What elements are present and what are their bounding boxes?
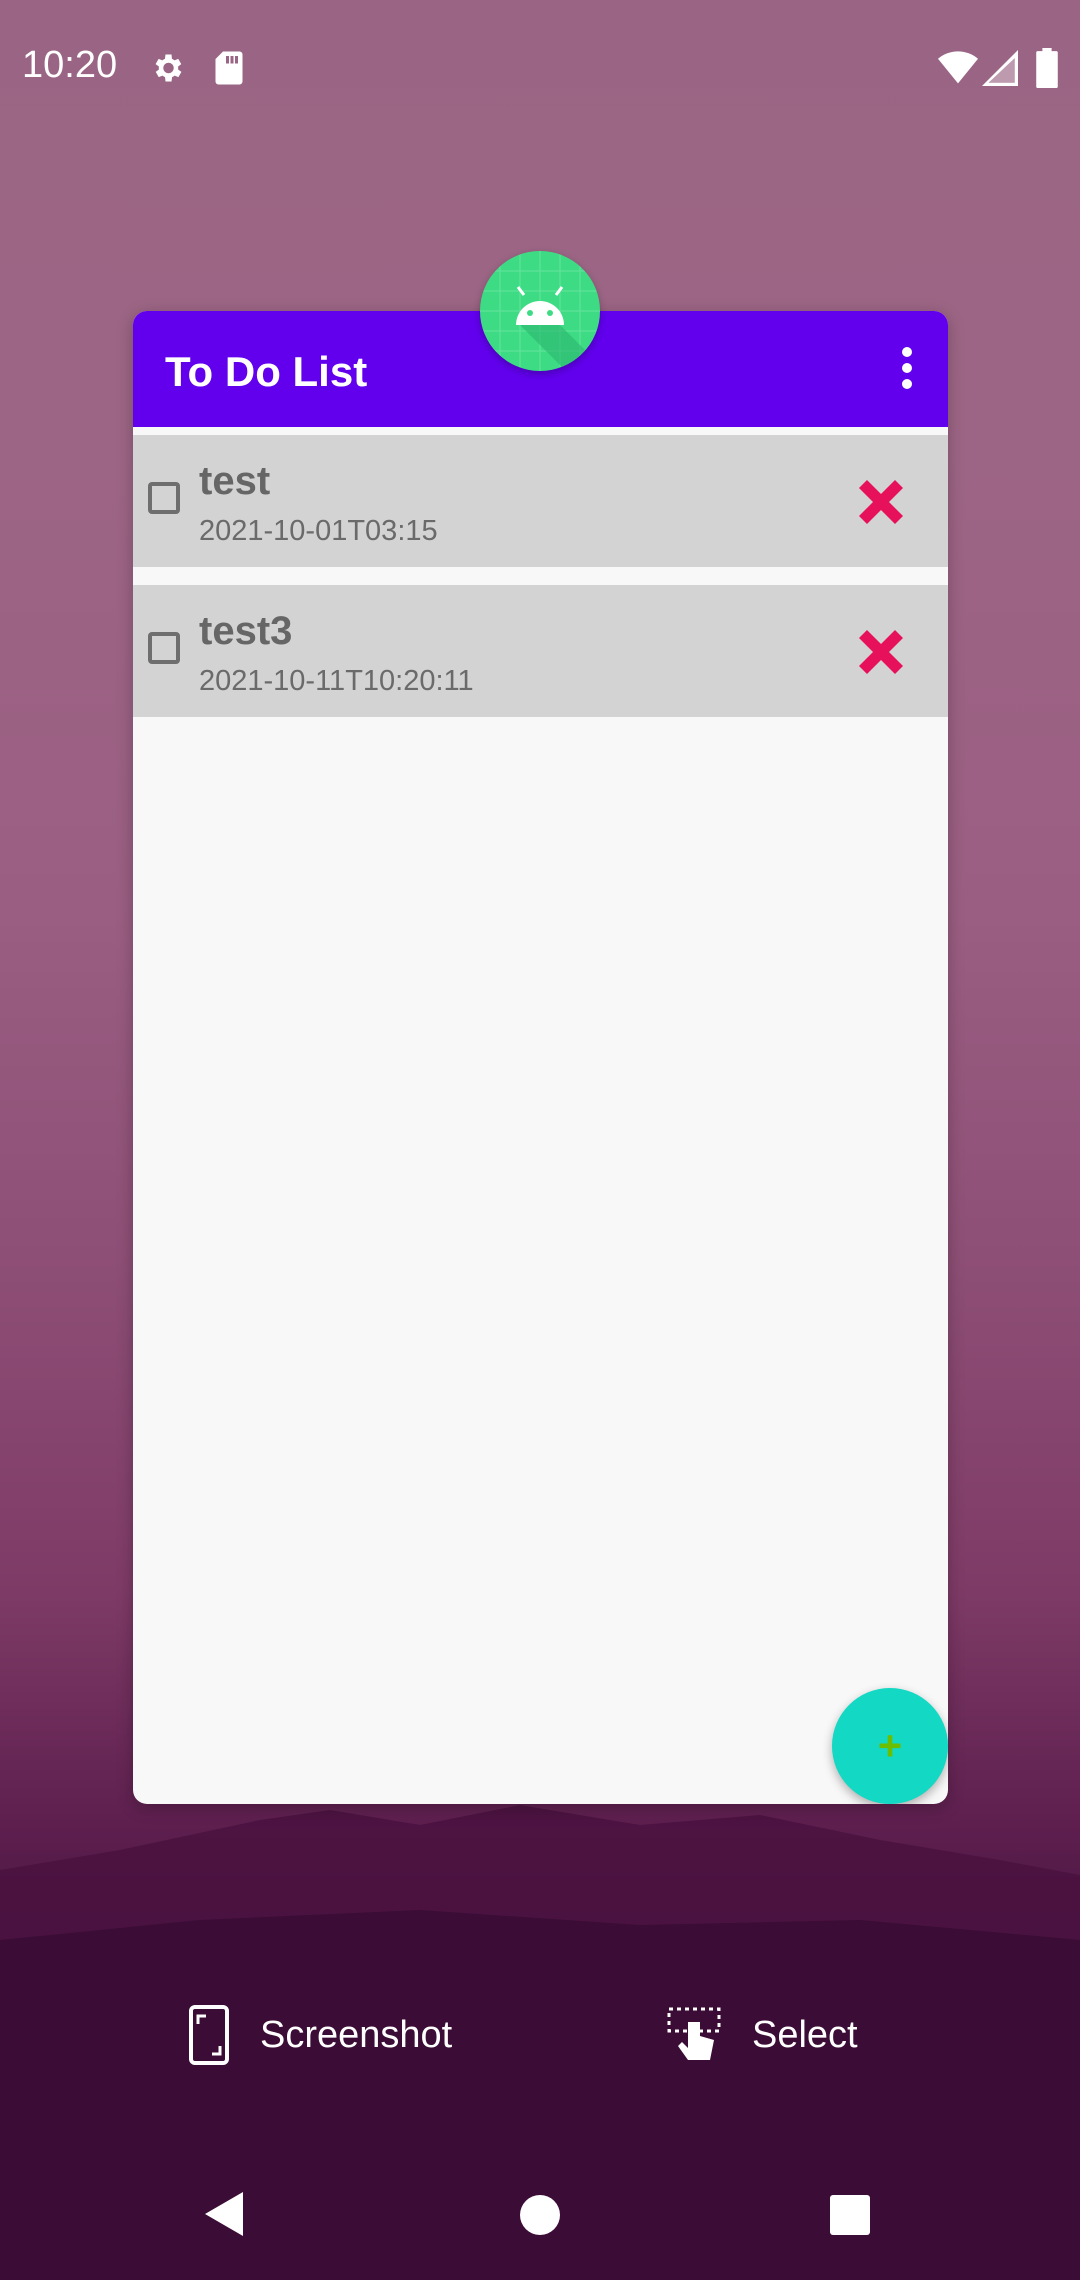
battery-icon [1036, 48, 1058, 88]
delete-icon[interactable] [849, 620, 913, 684]
select-icon [667, 2007, 721, 2060]
todo-checkbox[interactable] [148, 632, 180, 664]
status-time: 10:20 [22, 44, 118, 86]
todo-date: 2021-10-11T10:20:11 [199, 665, 474, 697]
app-title: To Do List [165, 348, 368, 395]
todo-date: 2021-10-01T03:15 [199, 515, 438, 547]
todo-item[interactable]: test3 2021-10-11T10:20:11 [133, 585, 948, 717]
back-icon[interactable] [203, 2190, 247, 2238]
screenshot-label: Screenshot [260, 2013, 453, 2056]
select-label: Select [752, 2013, 858, 2056]
signal-icon [982, 50, 1018, 86]
delete-icon[interactable] [849, 470, 913, 534]
app-preview-card[interactable]: To Do List test 2021-10-01T03:15 test3 2… [133, 311, 948, 1804]
wifi-icon [938, 51, 978, 84]
screenshot-icon [189, 2005, 229, 2065]
add-todo-button[interactable]: + [832, 1688, 948, 1804]
status-bar: 10:20 [0, 0, 1080, 136]
plus-icon: + [877, 1722, 903, 1769]
overflow-menu-icon[interactable] [892, 343, 922, 395]
todo-checkbox[interactable] [148, 482, 180, 514]
select-button[interactable]: Select [666, 2000, 858, 2070]
todo-item[interactable]: test 2021-10-01T03:15 [133, 435, 948, 567]
sd-card-icon [215, 51, 243, 85]
screenshot-button[interactable]: Screenshot [188, 2000, 452, 2070]
settings-icon [155, 54, 182, 82]
home-icon[interactable] [519, 2194, 561, 2236]
todo-title: test3 [199, 609, 293, 653]
android-app-icon[interactable] [480, 251, 600, 371]
todo-list: test 2021-10-01T03:15 test3 2021-10-11T1… [133, 435, 948, 735]
todo-title: test [199, 459, 271, 503]
recents-icon[interactable] [829, 2194, 871, 2236]
